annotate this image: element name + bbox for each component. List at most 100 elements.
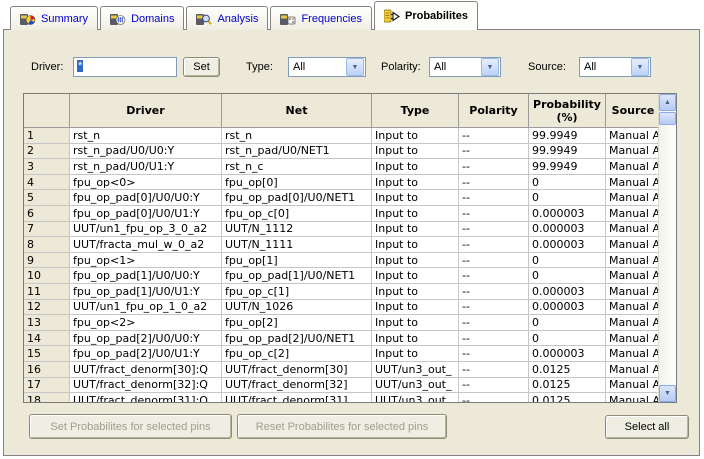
- table-cell[interactable]: Manual A: [606, 393, 661, 403]
- table-cell[interactable]: Manual A: [606, 206, 661, 222]
- table-cell[interactable]: Manual A: [606, 315, 661, 331]
- table-cell[interactable]: UUT/N_1026: [222, 300, 372, 316]
- table-cell[interactable]: Manual A: [606, 253, 661, 269]
- set-probabilities-button[interactable]: Set Probabilites for selected pins: [29, 414, 232, 439]
- row-number[interactable]: 18: [24, 393, 70, 403]
- column-header-index[interactable]: [24, 94, 70, 128]
- table-cell[interactable]: --: [459, 237, 529, 253]
- table-row[interactable]: 10fpu_op_pad[1]/U0/U0:Yfpu_op_pad[1]/U0/…: [24, 268, 661, 284]
- row-number[interactable]: 11: [24, 284, 70, 300]
- table-cell[interactable]: Input to: [372, 300, 459, 316]
- table-cell[interactable]: UUT/N_1111: [222, 237, 372, 253]
- row-number[interactable]: 9: [24, 253, 70, 269]
- table-cell[interactable]: --: [459, 378, 529, 394]
- table-cell[interactable]: 0.000003: [529, 346, 606, 362]
- table-cell[interactable]: Input to: [372, 237, 459, 253]
- scrollbar-thumb[interactable]: [659, 112, 676, 125]
- table-cell[interactable]: Manual A: [606, 128, 661, 144]
- table-cell[interactable]: UUT/un1_fpu_op_1_0_a2: [70, 300, 222, 316]
- select-all-button[interactable]: Select all: [605, 415, 689, 439]
- table-cell[interactable]: fpu_op_pad[1]/U0/NET1: [222, 268, 372, 284]
- row-number[interactable]: 5: [24, 190, 70, 206]
- table-cell[interactable]: UUT/fract_denorm[32]:Q: [70, 378, 222, 394]
- table-cell[interactable]: Manual A: [606, 237, 661, 253]
- table-cell[interactable]: UUT/fract_denorm[31]: [222, 393, 372, 403]
- tab-summary[interactable]: Summary: [10, 6, 98, 30]
- table-cell[interactable]: --: [459, 175, 529, 191]
- table-cell[interactable]: fpu_op_pad[0]/U0/NET1: [222, 190, 372, 206]
- scroll-down-icon[interactable]: ▼: [659, 385, 676, 402]
- table-cell[interactable]: --: [459, 331, 529, 347]
- chevron-down-icon[interactable]: ▼: [631, 58, 649, 76]
- row-number[interactable]: 4: [24, 175, 70, 191]
- table-cell[interactable]: fpu_op_pad[0]/U0/U1:Y: [70, 206, 222, 222]
- table-cell[interactable]: UUT/fracta_mul_w_0_a2: [70, 237, 222, 253]
- table-cell[interactable]: fpu_op<0>: [70, 175, 222, 191]
- table-cell[interactable]: Manual A: [606, 284, 661, 300]
- row-number[interactable]: 16: [24, 362, 70, 378]
- table-cell[interactable]: fpu_op_pad[2]/U0/NET1: [222, 331, 372, 347]
- table-cell[interactable]: rst_n: [70, 128, 222, 144]
- table-cell[interactable]: Input to: [372, 144, 459, 160]
- table-row[interactable]: 1rst_nrst_nInput to--99.9949Manual A: [24, 128, 661, 144]
- row-number[interactable]: 6: [24, 206, 70, 222]
- table-cell[interactable]: fpu_op[1]: [222, 253, 372, 269]
- column-header-net[interactable]: Net: [222, 94, 372, 128]
- table-row[interactable]: 2rst_n_pad/U0/U0:Yrst_n_pad/U0/NET1Input…: [24, 144, 661, 160]
- table-cell[interactable]: fpu_op_pad[0]/U0/U0:Y: [70, 190, 222, 206]
- table-cell[interactable]: Manual A: [606, 346, 661, 362]
- table-cell[interactable]: --: [459, 144, 529, 160]
- polarity-select[interactable]: All ▼: [429, 57, 501, 77]
- table-cell[interactable]: fpu_op[0]: [222, 175, 372, 191]
- row-number[interactable]: 17: [24, 378, 70, 394]
- tab-domains[interactable]: Domains: [100, 6, 184, 30]
- table-cell[interactable]: fpu_op_c[0]: [222, 206, 372, 222]
- table-cell[interactable]: --: [459, 315, 529, 331]
- table-cell[interactable]: UUT/fract_denorm[30]:Q: [70, 362, 222, 378]
- table-cell[interactable]: Input to: [372, 284, 459, 300]
- table-cell[interactable]: --: [459, 222, 529, 238]
- table-cell[interactable]: UUT/un3_out_: [372, 378, 459, 394]
- column-header-source[interactable]: Source: [606, 94, 661, 128]
- table-cell[interactable]: fpu_op_pad[2]/U0/U0:Y: [70, 331, 222, 347]
- table-cell[interactable]: 0.0125: [529, 362, 606, 378]
- reset-probabilities-button[interactable]: Reset Probabilites for selected pins: [237, 414, 447, 439]
- table-cell[interactable]: Input to: [372, 206, 459, 222]
- table-cell[interactable]: Input to: [372, 175, 459, 191]
- table-cell[interactable]: 0.000003: [529, 284, 606, 300]
- table-cell[interactable]: Input to: [372, 315, 459, 331]
- table-cell[interactable]: --: [459, 206, 529, 222]
- table-cell[interactable]: 99.9949: [529, 144, 606, 160]
- table-cell[interactable]: Input to: [372, 222, 459, 238]
- table-row[interactable]: 12UUT/un1_fpu_op_1_0_a2UUT/N_1026Input t…: [24, 300, 661, 316]
- table-cell[interactable]: Manual A: [606, 144, 661, 160]
- table-cell[interactable]: Manual A: [606, 331, 661, 347]
- table-cell[interactable]: Manual A: [606, 222, 661, 238]
- table-cell[interactable]: fpu_op<1>: [70, 253, 222, 269]
- tab-frequencies[interactable]: Frequencies: [270, 6, 372, 30]
- row-number[interactable]: 14: [24, 331, 70, 347]
- table-cell[interactable]: rst_n_pad/U0/U1:Y: [70, 159, 222, 175]
- table-cell[interactable]: Input to: [372, 159, 459, 175]
- table-cell[interactable]: fpu_op_pad[1]/U0/U1:Y: [70, 284, 222, 300]
- table-cell[interactable]: Input to: [372, 346, 459, 362]
- table-cell[interactable]: fpu_op_pad[1]/U0/U0:Y: [70, 268, 222, 284]
- table-cell[interactable]: 0.000003: [529, 206, 606, 222]
- row-number[interactable]: 12: [24, 300, 70, 316]
- table-row[interactable]: 3rst_n_pad/U0/U1:Yrst_n_cInput to--99.99…: [24, 159, 661, 175]
- type-select[interactable]: All ▼: [288, 57, 366, 77]
- table-cell[interactable]: fpu_op_c[1]: [222, 284, 372, 300]
- table-cell[interactable]: fpu_op[2]: [222, 315, 372, 331]
- chevron-down-icon[interactable]: ▼: [346, 58, 364, 76]
- source-select[interactable]: All ▼: [579, 57, 651, 77]
- set-button[interactable]: Set: [183, 57, 220, 77]
- table-cell[interactable]: Manual A: [606, 300, 661, 316]
- table-cell[interactable]: Input to: [372, 253, 459, 269]
- table-cell[interactable]: --: [459, 393, 529, 403]
- table-cell[interactable]: --: [459, 346, 529, 362]
- column-header-probability[interactable]: Probability (%): [529, 94, 606, 128]
- table-row[interactable]: 14fpu_op_pad[2]/U0/U0:Yfpu_op_pad[2]/U0/…: [24, 331, 661, 347]
- table-cell[interactable]: --: [459, 128, 529, 144]
- driver-input[interactable]: *: [73, 57, 177, 77]
- table-cell[interactable]: Input to: [372, 331, 459, 347]
